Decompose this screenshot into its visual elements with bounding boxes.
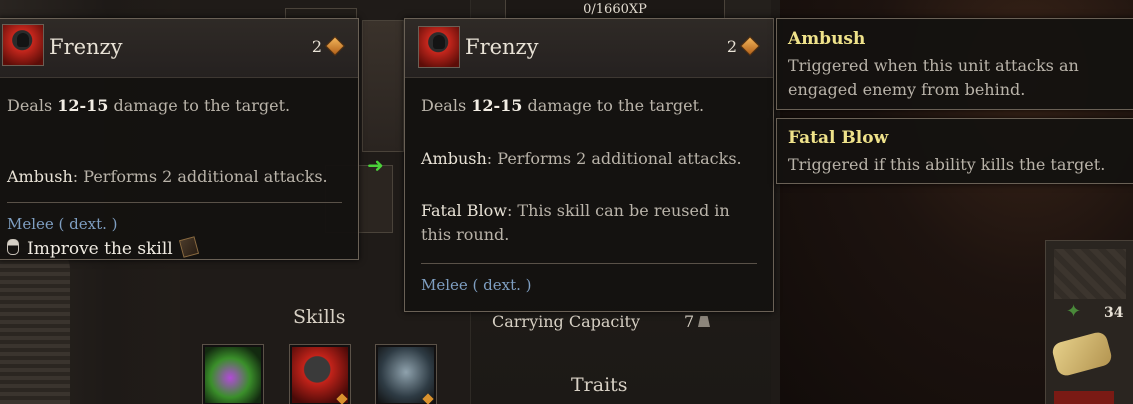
inventory-tile[interactable] [1054,249,1126,299]
weight-icon [698,316,710,327]
damage-value: 12-15 [471,96,523,115]
fatal-blow-line: Fatal Blow: This skill can be reused in … [421,201,730,244]
skill-slot-1[interactable] [202,344,264,404]
ambush-line: Ambush: Performs 2 additional attacks. [421,149,742,168]
lightning-skill-icon [205,347,261,403]
tooltip-header: Frenzy 2 [0,19,358,78]
green-arrow-icon: ➜ [367,153,384,177]
skill-cost: 2 [726,36,760,56]
mouse-click-icon [7,239,19,255]
skill-cost: 2 [311,36,345,56]
keyword-title: Ambush [788,29,866,49]
ambush-keyword[interactable]: Ambush [421,149,487,168]
action-point-gem-icon [325,36,345,56]
skill-slot-frenzy[interactable] [289,344,351,404]
damage-line: Deals 12-15 damage to the target. [7,96,291,115]
skill-slot-3[interactable] [375,344,437,404]
skill-tooltip-left: Frenzy 2 Deals 12-15 damage to the targe… [0,18,359,260]
traits-heading: Traits [571,374,628,396]
tooltip-header: Frenzy 2 [405,19,773,78]
inventory-panel: ✦ 34 [1045,240,1133,404]
ambush-line: Ambush: Performs 2 additional attacks. [7,167,328,186]
stat-value: 7 [684,312,695,331]
tooltip-title: Frenzy [465,35,539,59]
keyword-description: Triggered when this unit attacks an enga… [788,56,1079,99]
frenzy-skill-icon [418,26,460,68]
item-count: 34 [1104,305,1124,321]
scroll-icon[interactable] [1050,330,1114,378]
damage-line: Deals 12-15 damage to the target. [421,96,705,115]
keyword-tooltip-ambush: Ambush Triggered when this unit attacks … [776,18,1133,110]
keyword-title: Fatal Blow [788,128,889,148]
character-figure [0,240,70,404]
skill-type: Melee ( dext. ) [7,215,118,233]
weapon-slot[interactable] [362,20,404,152]
herb-icon: ✦ [1066,301,1082,322]
skills-heading: Skills [293,306,346,328]
skill-tooltip-main: Frenzy 2 Deals 12-15 damage to the targe… [404,18,774,312]
improve-label: Improve the skill [27,239,173,259]
cost-value: 2 [311,37,322,56]
divider [7,202,342,203]
keyword-tooltip-fatal-blow: Fatal Blow Triggered if this ability kil… [776,118,1133,184]
red-item-icon[interactable] [1054,391,1114,404]
keyword-description: Triggered if this ability kills the targ… [788,155,1106,174]
stat-carrying-capacity: Carrying Capacity 7 [492,312,722,331]
improve-skill-hint[interactable]: Improve the skill [7,236,199,261]
skill-book-icon [178,236,199,258]
ambush-keyword[interactable]: Ambush [7,167,73,186]
skill-type: Melee ( dext. ) [421,276,532,294]
frenzy-skill-icon [2,24,44,66]
stat-label: Carrying Capacity [492,312,640,331]
cost-value: 2 [726,37,737,56]
divider [421,263,757,264]
damage-value: 12-15 [57,96,109,115]
action-point-gem-icon [740,36,760,56]
fatal-blow-keyword[interactable]: Fatal Blow [421,201,507,220]
tooltip-title: Frenzy [49,35,123,59]
